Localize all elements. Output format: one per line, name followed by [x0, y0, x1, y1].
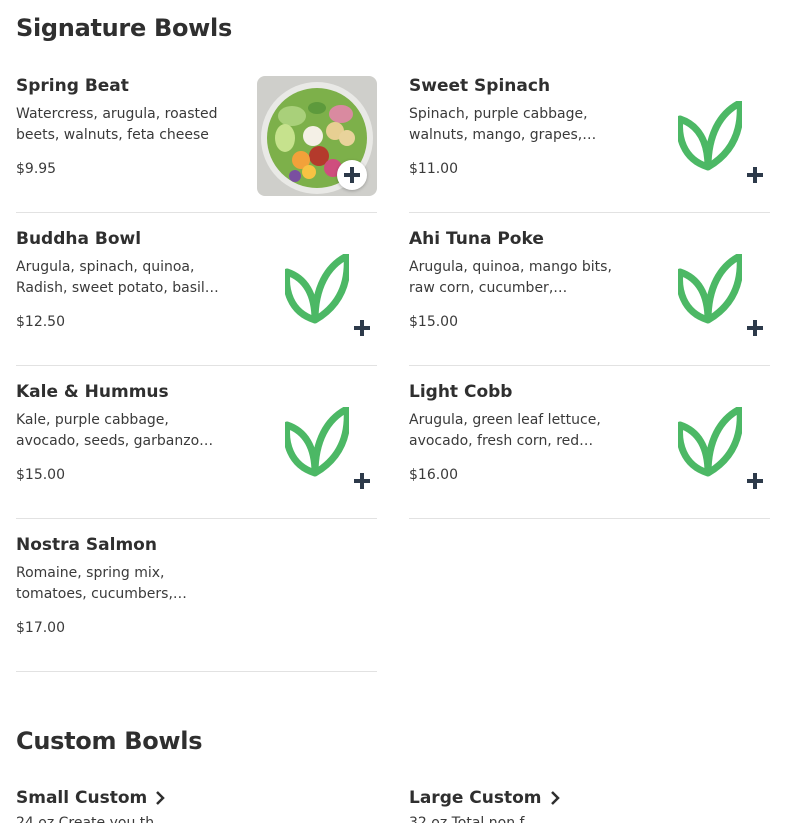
menu-item-card[interactable]: Light Cobb Arugula, green leaf lettuce, … [409, 382, 770, 519]
plus-icon [344, 167, 360, 183]
item-price: $16.00 [409, 467, 458, 483]
chevron-right-icon [156, 791, 165, 805]
section-title-custom: Custom Bowls [16, 727, 203, 755]
plus-icon [747, 167, 763, 183]
menu-item-card[interactable]: Nostra Salmon Romaine, spring mix, tomat… [16, 535, 377, 672]
item-price: $11.00 [409, 161, 458, 177]
item-price: $17.00 [16, 620, 65, 636]
item-name: Kale & Hummus [16, 382, 169, 402]
item-name: Buddha Bowl [16, 229, 142, 249]
item-description: Arugula, green leaf lettuce, avocado, fr… [409, 412, 601, 449]
leaf-icon [285, 254, 349, 324]
leaf-icon [678, 407, 742, 477]
item-description: Spinach, purple cabbage, walnuts, mango,… [409, 106, 588, 143]
item-description: Watercress, arugula, roasted beets, waln… [16, 106, 218, 143]
section-title-signature: Signature Bowls [16, 14, 232, 42]
item-name: Light Cobb [409, 382, 513, 402]
custom-bowl-subtitle: 24 oz Create you th [16, 815, 155, 823]
add-to-cart-button[interactable] [347, 313, 377, 343]
menu-item-card[interactable]: Buddha Bowl Arugula, spinach, quinoa, Ra… [16, 229, 377, 366]
add-to-cart-button[interactable] [740, 313, 770, 343]
item-name: Nostra Salmon [16, 535, 157, 555]
chevron-right-icon [550, 791, 560, 805]
item-description: Arugula, spinach, quinoa, Radish, sweet … [16, 259, 210, 296]
custom-bowl-large[interactable]: Large Custom [409, 788, 560, 808]
custom-bowl-name: Large Custom [409, 788, 542, 808]
leaf-icon [678, 101, 742, 171]
item-description: Arugula, quinoa, mango bits, raw corn, c… [409, 259, 612, 296]
add-to-cart-button[interactable] [740, 466, 770, 496]
menu-item-card[interactable]: Spring Beat Watercress, arugula, roasted… [16, 76, 377, 213]
custom-bowl-subtitle: 32 oz Total non f [409, 815, 525, 823]
item-price: $9.95 [16, 161, 57, 177]
menu-item-card[interactable]: Sweet Spinach Spinach, purple cabbage, w… [409, 76, 770, 213]
menu-item-card[interactable]: Kale & Hummus Kale, purple cabbage, avoc… [16, 382, 377, 519]
menu-item-card[interactable]: Ahi Tuna Poke Arugula, quinoa, mango bit… [409, 229, 770, 366]
add-to-cart-button[interactable] [347, 466, 377, 496]
item-description: Romaine, spring mix, tomatoes, cucumbers… [16, 565, 173, 602]
add-to-cart-button[interactable] [337, 160, 367, 190]
leaf-icon [285, 407, 349, 477]
add-to-cart-button[interactable] [740, 160, 770, 190]
item-price: $12.50 [16, 314, 65, 330]
custom-bowl-name: Small Custom [16, 788, 148, 808]
leaf-icon [678, 254, 742, 324]
item-name: Sweet Spinach [409, 76, 551, 96]
plus-icon [354, 473, 370, 489]
plus-icon [747, 320, 763, 336]
item-price: $15.00 [16, 467, 65, 483]
item-name: Ahi Tuna Poke [409, 229, 544, 249]
item-description: Kale, purple cabbage, avocado, seeds, ga… [16, 412, 200, 449]
plus-icon [354, 320, 370, 336]
item-name: Spring Beat [16, 76, 129, 96]
plus-icon [747, 473, 763, 489]
item-price: $15.00 [409, 314, 458, 330]
custom-bowl-small[interactable]: Small Custom [16, 788, 165, 808]
